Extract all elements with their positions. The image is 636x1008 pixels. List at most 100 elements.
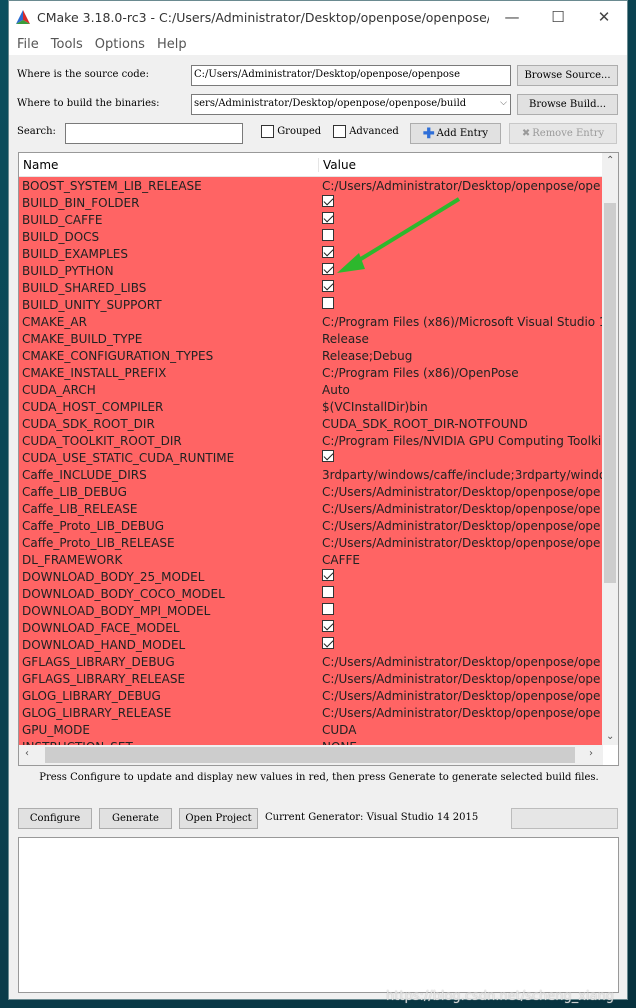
- checkbox-checked[interactable]: [322, 637, 334, 649]
- table-row[interactable]: BOOST_SYSTEM_LIB_RELEASE C:/Users/Adminis…: [19, 177, 603, 194]
- menu-options[interactable]: Options: [95, 37, 145, 52]
- search-input[interactable]: [65, 123, 243, 144]
- output-log[interactable]: [18, 837, 619, 993]
- table-row[interactable]: CMAKE_AR C:/Program Files (x86)/Microsoft…: [19, 313, 603, 330]
- table-row[interactable]: DOWNLOAD_BODY_MPI_MODEL: [19, 602, 603, 619]
- browse-build-button[interactable]: Browse Build...: [517, 94, 618, 115]
- row-value[interactable]: CUDA_SDK_ROOT_DIR-NOTFOUND: [319, 417, 603, 431]
- scroll-left-icon[interactable]: ‹: [25, 748, 29, 759]
- row-value[interactable]: $(VCInstallDir)bin: [319, 400, 603, 414]
- row-value-checkbox[interactable]: [319, 586, 603, 601]
- table-row[interactable]: CUDA_USE_STATIC_CUDA_RUNTIME: [19, 449, 603, 466]
- table-row[interactable]: BUILD_CAFFE: [19, 211, 603, 228]
- table-row[interactable]: CMAKE_INSTALL_PREFIX C:/Program Files (x8…: [19, 364, 603, 381]
- row-value[interactable]: C:/Program Files (x86)/OpenPose: [319, 366, 603, 380]
- column-header-value[interactable]: Value: [319, 158, 356, 172]
- table-row[interactable]: INSTRUCTION_SETNONE: [19, 738, 603, 745]
- row-value[interactable]: C:/Users/Administrator/Desktop/openpose/…: [319, 502, 603, 516]
- source-input[interactable]: C:/Users/Administrator/Desktop/openpose/…: [191, 65, 511, 86]
- checkbox-checked[interactable]: [322, 620, 334, 632]
- table-row[interactable]: DOWNLOAD_HAND_MODEL: [19, 636, 603, 653]
- table-row[interactable]: GLOG_LIBRARY_DEBUG C:/Users/Administrator…: [19, 687, 603, 704]
- table-row[interactable]: Caffe_Proto_LIB_RELEASE C:/Users/Administ…: [19, 534, 603, 551]
- row-value-checkbox[interactable]: [319, 620, 603, 635]
- row-value[interactable]: CAFFE: [319, 553, 603, 567]
- browse-source-button[interactable]: Browse Source...: [517, 65, 618, 86]
- scroll-right-icon[interactable]: ›: [589, 748, 593, 759]
- menu-tools[interactable]: Tools: [51, 37, 83, 52]
- row-value[interactable]: C:/Users/Administrator/Desktop/openpose/…: [319, 179, 603, 193]
- grouped-checkbox-box[interactable]: [261, 125, 274, 138]
- grouped-checkbox[interactable]: Grouped: [261, 125, 321, 138]
- table-row[interactable]: Caffe_INCLUDE_DIRS 3rdparty/windows/caffe…: [19, 466, 603, 483]
- vertical-scroll-thumb[interactable]: [604, 203, 616, 583]
- scroll-down-icon[interactable]: ⌄: [606, 731, 614, 742]
- table-row[interactable]: CMAKE_BUILD_TYPE Release: [19, 330, 603, 347]
- table-row[interactable]: GFLAGS_LIBRARY_RELEASE C:/Users/Administr…: [19, 670, 603, 687]
- vertical-scrollbar[interactable]: ⌃ ⌄: [602, 153, 618, 745]
- checkbox-checked[interactable]: [322, 569, 334, 581]
- maximize-button[interactable]: ☐: [535, 8, 581, 26]
- table-row[interactable]: GPU_MODE CUDA: [19, 721, 603, 738]
- column-header-name[interactable]: Name: [19, 157, 319, 172]
- remove-entry-button[interactable]: ✖ Remove Entry: [509, 123, 617, 144]
- table-row[interactable]: DOWNLOAD_BODY_25_MODEL: [19, 568, 603, 585]
- row-value[interactable]: C:/Users/Administrator/Desktop/openpose/…: [319, 485, 603, 499]
- scroll-up-icon[interactable]: ⌃: [606, 155, 614, 166]
- table-row[interactable]: Caffe_LIB_RELEASE C:/Users/Administrator/…: [19, 500, 603, 517]
- table-row[interactable]: GLOG_LIBRARY_RELEASE C:/Users/Administrat…: [19, 704, 603, 721]
- checkbox-checked[interactable]: [322, 450, 334, 462]
- table-row[interactable]: Caffe_LIB_DEBUG C:/Users/Administrator/De…: [19, 483, 603, 500]
- add-entry-button[interactable]: ✚ Add Entry: [410, 123, 501, 144]
- row-value-checkbox[interactable]: [319, 603, 603, 618]
- table-row[interactable]: CUDA_TOOLKIT_ROOT_DIR C:/Program Files/NV…: [19, 432, 603, 449]
- table-row[interactable]: CUDA_SDK_ROOT_DIR CUDA_SDK_ROOT_DIR-NOTFO…: [19, 415, 603, 432]
- row-value[interactable]: 3rdparty/windows/caffe/include;3rdparty/…: [319, 468, 603, 482]
- table-row[interactable]: DOWNLOAD_FACE_MODEL: [19, 619, 603, 636]
- table-row[interactable]: CMAKE_CONFIGURATION_TYPES Release;Debug: [19, 347, 603, 364]
- table-row[interactable]: GFLAGS_LIBRARY_DEBUG C:/Users/Administrat…: [19, 653, 603, 670]
- table-row[interactable]: Caffe_Proto_LIB_DEBUG C:/Users/Administra…: [19, 517, 603, 534]
- table-row[interactable]: BUILD_SHARED_LIBS: [19, 279, 603, 296]
- close-button[interactable]: ✕: [581, 8, 627, 26]
- table-row[interactable]: BUILD_PYTHON: [19, 262, 603, 279]
- row-value[interactable]: Auto: [319, 383, 603, 397]
- table-row[interactable]: CUDA_ARCH Auto: [19, 381, 603, 398]
- table-row[interactable]: DL_FRAMEWORK CAFFE: [19, 551, 603, 568]
- advanced-checkbox[interactable]: Advanced: [333, 125, 399, 138]
- checkbox-unchecked[interactable]: [322, 297, 334, 309]
- row-value[interactable]: C:/Program Files/NVIDIA GPU Computing To…: [319, 434, 603, 448]
- checkbox-unchecked[interactable]: [322, 586, 334, 598]
- row-value[interactable]: C:/Users/Administrator/Desktop/openpose/…: [319, 706, 603, 720]
- horizontal-scroll-thumb[interactable]: [45, 747, 575, 763]
- row-value[interactable]: C:/Users/Administrator/Desktop/openpose/…: [319, 689, 603, 703]
- row-value-checkbox[interactable]: [319, 297, 603, 312]
- checkbox-unchecked[interactable]: [322, 603, 334, 615]
- table-row[interactable]: BUILD_DOCS: [19, 228, 603, 245]
- row-value[interactable]: CUDA: [319, 723, 603, 737]
- row-value-checkbox[interactable]: [319, 637, 603, 652]
- advanced-checkbox-box[interactable]: [333, 125, 346, 138]
- table-row[interactable]: BUILD_EXAMPLES: [19, 245, 603, 262]
- table-row[interactable]: CUDA_HOST_COMPILER $(VCInstallDir)bin: [19, 398, 603, 415]
- row-value[interactable]: Release;Debug: [319, 349, 603, 363]
- menu-help[interactable]: Help: [157, 37, 187, 52]
- minimize-button[interactable]: —: [489, 8, 535, 26]
- horizontal-scrollbar[interactable]: ‹ ›: [19, 745, 603, 765]
- row-value[interactable]: C:/Program Files (x86)/Microsoft Visual …: [319, 315, 603, 329]
- row-value[interactable]: C:/Users/Administrator/Desktop/openpose/…: [319, 519, 603, 533]
- open-project-button[interactable]: Open Project: [179, 808, 258, 829]
- row-value[interactable]: C:/Users/Administrator/Desktop/openpose/…: [319, 536, 603, 550]
- row-value[interactable]: Release: [319, 332, 603, 346]
- build-combobox[interactable]: sers/Administrator/Desktop/openpose/open…: [191, 94, 511, 115]
- row-value-checkbox[interactable]: [319, 450, 603, 465]
- generate-button[interactable]: Generate: [99, 808, 172, 829]
- table-row[interactable]: DOWNLOAD_BODY_COCO_MODEL: [19, 585, 603, 602]
- menu-file[interactable]: File: [17, 37, 39, 52]
- table-row[interactable]: BUILD_BIN_FOLDER: [19, 194, 603, 211]
- row-value[interactable]: C:/Users/Administrator/Desktop/openpose/…: [319, 655, 603, 669]
- row-value[interactable]: C:/Users/Administrator/Desktop/openpose/…: [319, 672, 603, 686]
- table-row[interactable]: BUILD_UNITY_SUPPORT: [19, 296, 603, 313]
- configure-button[interactable]: Configure: [18, 808, 92, 829]
- row-value-checkbox[interactable]: [319, 569, 603, 584]
